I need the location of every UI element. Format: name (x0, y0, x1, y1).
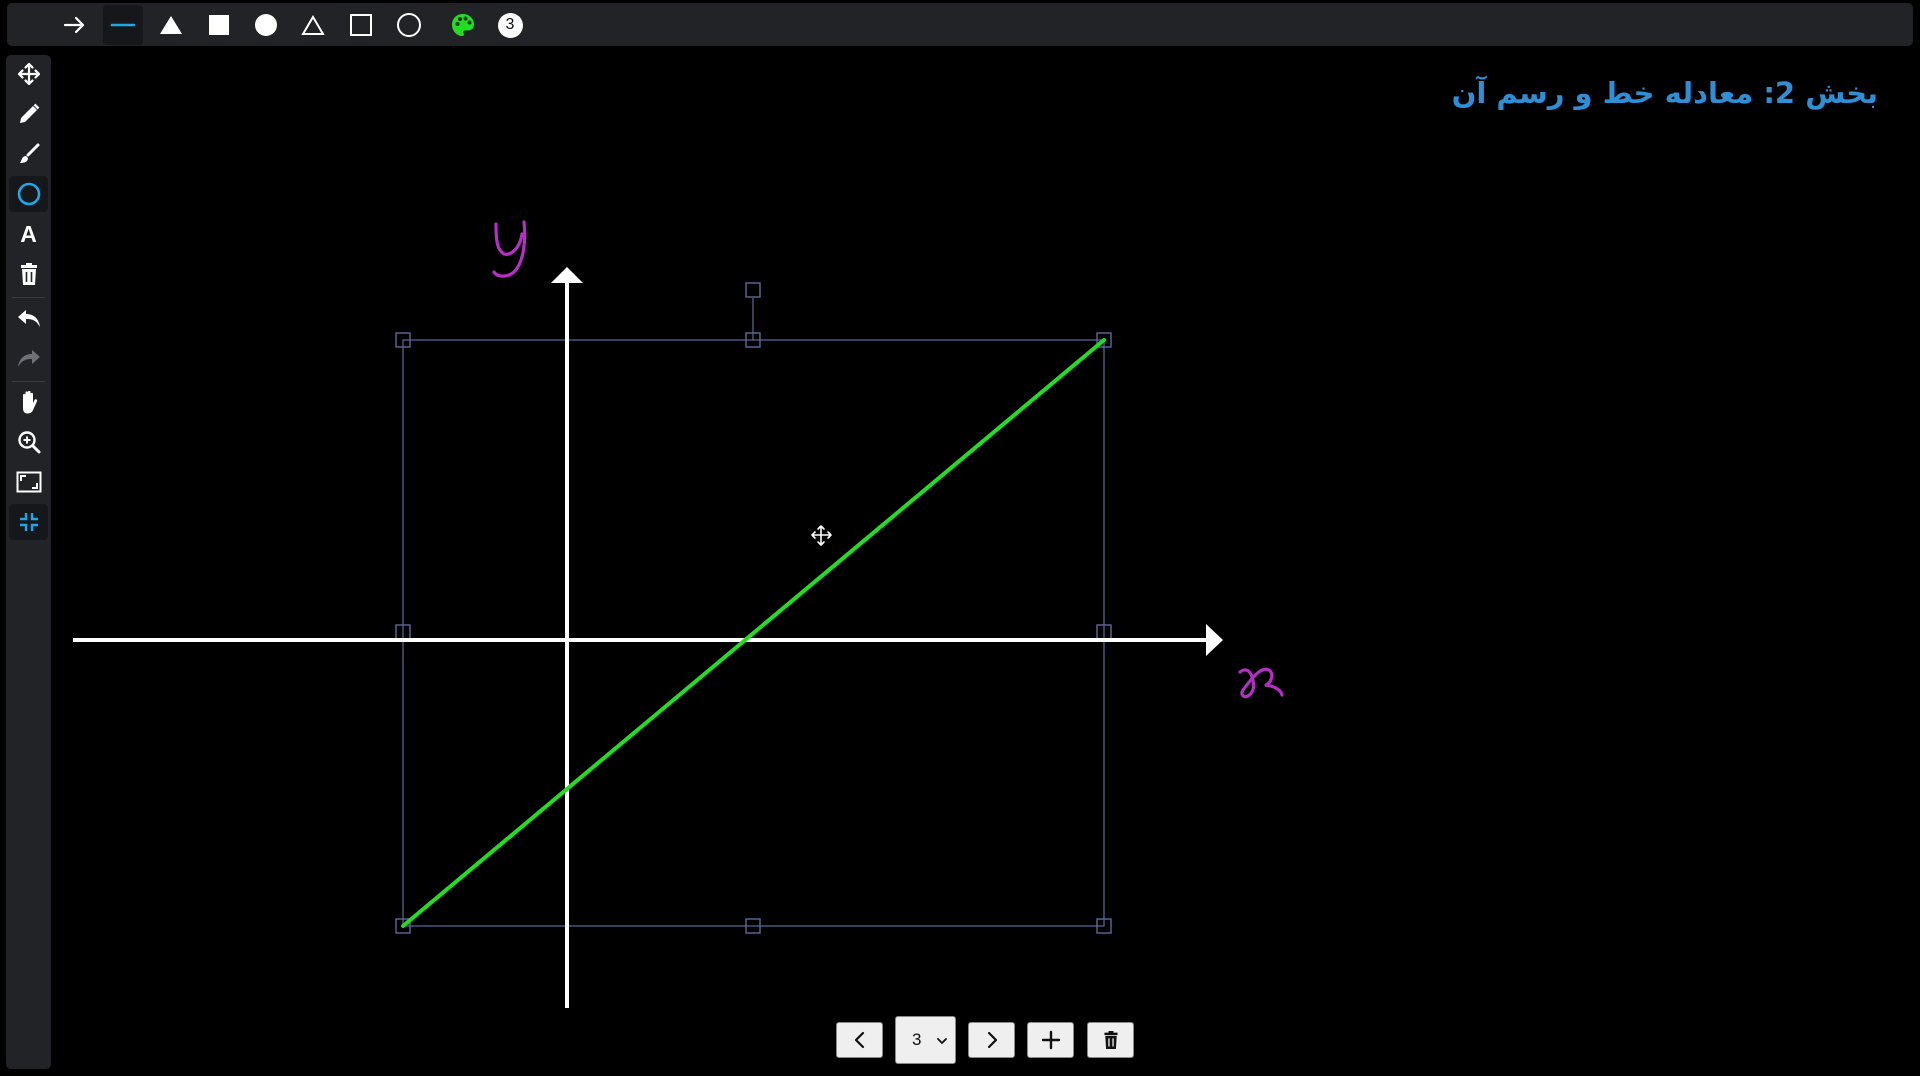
chevron-down-icon (937, 1038, 947, 1045)
delete-page-button[interactable] (1087, 1022, 1134, 1058)
next-page-button[interactable] (968, 1022, 1015, 1058)
y-axis-arrowhead (551, 267, 583, 283)
rotate-handle[interactable] (745, 282, 761, 298)
page-select[interactable]: 3 (895, 1016, 956, 1064)
y-axis-label (492, 220, 527, 278)
add-page-button[interactable] (1027, 1022, 1074, 1058)
drawing-canvas[interactable] (0, 0, 1920, 1076)
x-axis-label (1238, 667, 1284, 699)
x-axis-arrowhead (1206, 624, 1223, 656)
whiteboard-page: 3 A بخش 2: معادله خط و رسم آن 3 (0, 0, 1920, 1076)
current-page-number: 3 (912, 1030, 922, 1049)
selection-handles[interactable] (395, 282, 1112, 934)
drawn-line[interactable] (401, 338, 1106, 928)
move-cursor-icon (811, 525, 832, 546)
plus-icon (1041, 1030, 1060, 1050)
previous-page-button[interactable] (836, 1022, 883, 1058)
chevron-right-icon (987, 1031, 997, 1049)
trash-icon (1103, 1031, 1118, 1049)
selection-box[interactable] (402, 298, 1105, 927)
chevron-left-icon (854, 1031, 864, 1049)
